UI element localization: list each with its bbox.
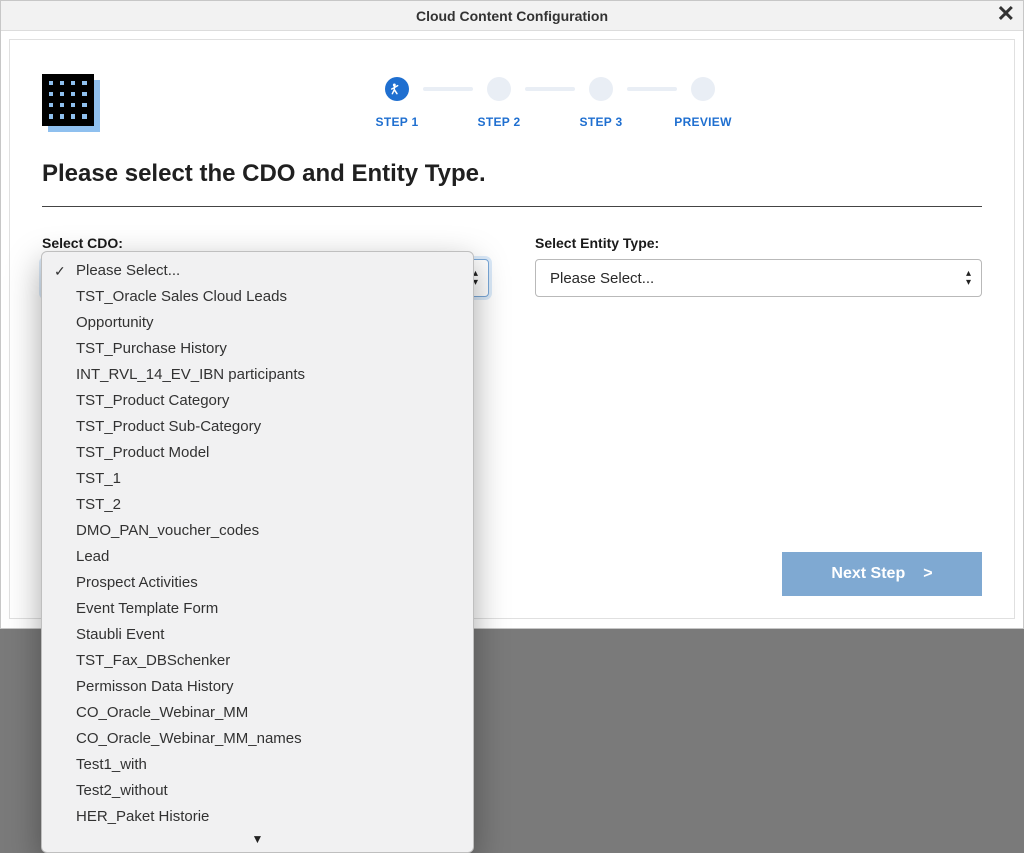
cdo-option[interactable]: Please Select... (42, 258, 473, 284)
next-step-label: Next Step (831, 565, 905, 583)
data-grid-icon (42, 74, 100, 132)
dropdown-more-indicator[interactable]: ▼ (42, 830, 473, 850)
step-4[interactable]: PREVIEW (663, 77, 743, 129)
next-step-button[interactable]: Next Step > (782, 552, 982, 596)
step-1[interactable]: STEP 1 (357, 77, 437, 129)
step-3[interactable]: STEP 3 (561, 77, 641, 129)
cdo-option[interactable]: Event Template Form (42, 596, 473, 622)
cdo-option[interactable]: DMO_PAN_voucher_codes (42, 518, 473, 544)
step-label: STEP 3 (580, 115, 623, 129)
cdo-option[interactable]: Test1_with (42, 752, 473, 778)
cdo-option[interactable]: TST_Product Category (42, 388, 473, 414)
cdo-option[interactable]: TST_2 (42, 492, 473, 518)
cdo-option[interactable]: Lead (42, 544, 473, 570)
entity-selected-value: Please Select... (550, 270, 654, 287)
cdo-option[interactable]: Staubli Event (42, 622, 473, 648)
cdo-option[interactable]: HER_Paket Historie (42, 804, 473, 830)
cdo-option[interactable]: TST_Fax_DBSchenker (42, 648, 473, 674)
step-connector (627, 87, 677, 91)
cdo-option[interactable]: Prospect Activities (42, 570, 473, 596)
step-dot-icon (589, 77, 613, 101)
step-label: STEP 2 (478, 115, 521, 129)
modal-title: Cloud Content Configuration (416, 8, 608, 24)
entity-label: Select Entity Type: (535, 235, 982, 251)
cdo-option[interactable]: Permisson Data History (42, 674, 473, 700)
entity-select[interactable]: Please Select... ▴▾ (535, 259, 982, 297)
step-indicator: STEP 1 STEP 2 STEP 3 PREVIEW (118, 74, 982, 132)
modal-header: Cloud Content Configuration ✕ (1, 1, 1023, 31)
close-icon[interactable]: ✕ (997, 3, 1015, 25)
page-heading: Please select the CDO and Entity Type. (42, 160, 982, 188)
heading-divider (42, 206, 982, 207)
cdo-option[interactable]: TST_Product Model (42, 440, 473, 466)
cdo-option[interactable]: Test2_without (42, 778, 473, 804)
select-stepper-icon: ▴▾ (966, 270, 971, 286)
step-dot-icon (691, 77, 715, 101)
step-dot-icon (487, 77, 511, 101)
cdo-option[interactable]: CO_Oracle_Webinar_MM (42, 700, 473, 726)
cdo-option[interactable]: TST_Purchase History (42, 336, 473, 362)
cdo-option[interactable]: Opportunity (42, 310, 473, 336)
step-connector (423, 87, 473, 91)
entity-field: Select Entity Type: Please Select... ▴▾ (535, 235, 982, 297)
step-connector (525, 87, 575, 91)
step-2[interactable]: STEP 2 (459, 77, 539, 129)
top-zone: STEP 1 STEP 2 STEP 3 PREVIEW (42, 74, 982, 132)
step-active-icon (385, 77, 409, 101)
cdo-option[interactable]: TST_Oracle Sales Cloud Leads (42, 284, 473, 310)
cdo-option[interactable]: TST_Product Sub-Category (42, 414, 473, 440)
cdo-option[interactable]: TST_1 (42, 466, 473, 492)
chevron-right-icon: > (923, 565, 932, 583)
cdo-option[interactable]: CO_Oracle_Webinar_MM_names (42, 726, 473, 752)
cdo-label: Select CDO: (42, 235, 489, 251)
cdo-dropdown-panel[interactable]: Please Select...TST_Oracle Sales Cloud L… (41, 251, 474, 853)
step-label: STEP 1 (376, 115, 419, 129)
step-label: PREVIEW (674, 115, 731, 129)
cdo-option[interactable]: INT_RVL_14_EV_IBN participants (42, 362, 473, 388)
